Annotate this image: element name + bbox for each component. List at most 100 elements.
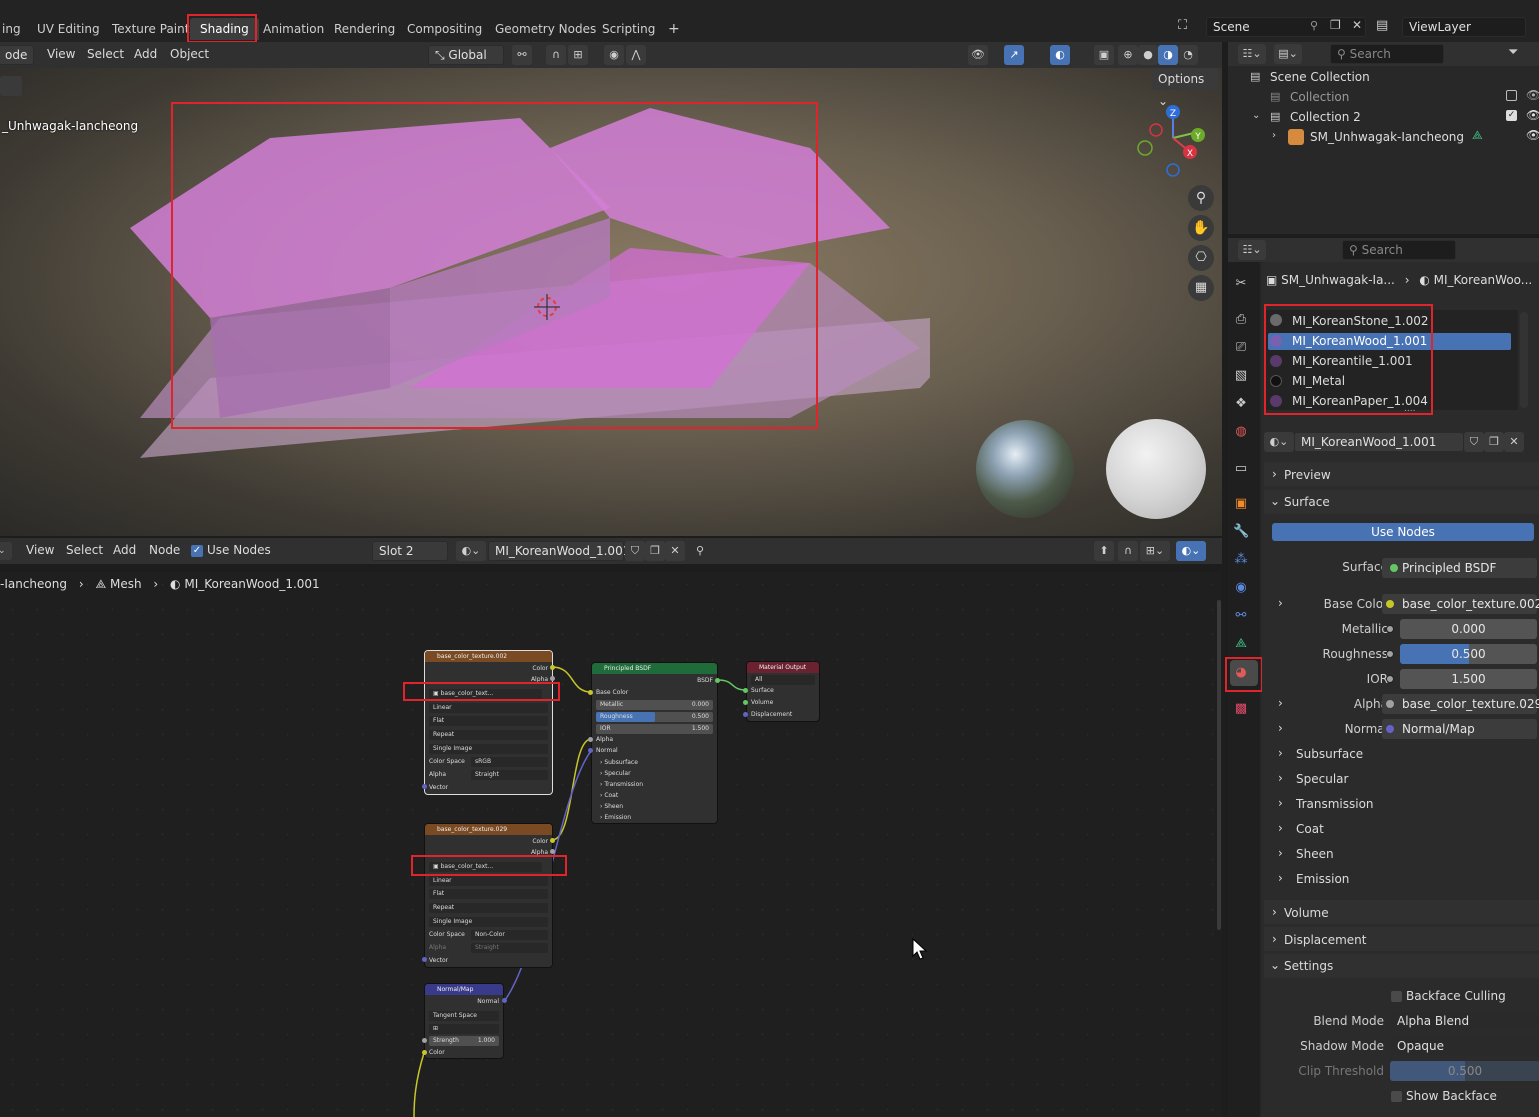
display-mode-icon[interactable]: ▤⌄: [1274, 44, 1302, 64]
metallic-field[interactable]: 0.000: [1400, 619, 1537, 639]
socket-bsdf[interactable]: [715, 678, 720, 683]
copy-icon[interactable]: ❐: [1330, 18, 1341, 32]
source-dropdown[interactable]: Single Image: [429, 917, 548, 927]
clip-threshold-field[interactable]: 0.500: [1390, 1061, 1539, 1081]
extension-dropdown[interactable]: Repeat: [429, 903, 548, 913]
color-space-dropdown[interactable]: sRGB: [471, 757, 548, 767]
image-texture-node-2[interactable]: base_color_texture.029 Color Alpha ▣ bas…: [424, 823, 553, 968]
alpha-mode-dropdown[interactable]: Straight: [471, 943, 548, 953]
socket-color-in[interactable]: [422, 1050, 427, 1055]
chevron-right-icon[interactable]: ›: [1278, 821, 1283, 835]
gizmo-icon[interactable]: ↗: [1004, 45, 1024, 65]
image-selector[interactable]: ▣ base_color_text...: [429, 862, 542, 872]
modifier-tab-icon[interactable]: 🔧: [1233, 524, 1249, 540]
eye-icon[interactable]: 👁: [1526, 128, 1539, 142]
material-slot-item[interactable]: MI_Metal: [1292, 374, 1345, 388]
panel-coat[interactable]: › Coat: [600, 791, 713, 801]
chevron-down-icon[interactable]: ⌄: [1252, 110, 1260, 121]
material-browse-icon[interactable]: ◐⌄: [1264, 432, 1294, 452]
socket-displacement[interactable]: [743, 712, 748, 717]
use-nodes-checkbox[interactable]: ✓: [191, 545, 203, 557]
close-icon[interactable]: ✕: [1352, 18, 1362, 32]
interpolation-dropdown[interactable]: Linear: [429, 876, 548, 886]
tab-geometry-nodes[interactable]: Geometry Nodes: [485, 18, 606, 40]
scene-field[interactable]: Scene: [1206, 17, 1366, 37]
view-layer-tab-icon[interactable]: ▧: [1233, 368, 1249, 384]
socket-icon[interactable]: [1386, 675, 1394, 683]
world-tab-icon[interactable]: ◍: [1233, 424, 1249, 440]
output-tab-icon[interactable]: ⎚: [1233, 340, 1249, 356]
shadow-mode-dropdown[interactable]: Opaque: [1390, 1036, 1539, 1056]
metallic-slider[interactable]: Metallic 0.000: [596, 700, 713, 710]
chevron-right-icon[interactable]: ›: [1278, 846, 1283, 860]
mesh-data-icon[interactable]: ⟁: [1472, 128, 1483, 143]
alpha-field[interactable]: base_color_texture.029: [1382, 694, 1539, 714]
physics-tab-icon[interactable]: ◉: [1233, 580, 1249, 596]
node-menu-view[interactable]: View: [26, 543, 54, 557]
transform-orientation[interactable]: ⤡ Global: [428, 45, 504, 65]
snap-mode-icon[interactable]: ⊞⌄: [1140, 541, 1170, 561]
surface-section[interactable]: Surface: [1284, 495, 1330, 509]
pivot-icon[interactable]: ⚯: [512, 45, 532, 65]
navigation-gizmo[interactable]: Z Y X: [1128, 100, 1218, 180]
material-output-node[interactable]: Material Output All Surface Volume Displ…: [746, 661, 820, 722]
pan-hand-icon[interactable]: ✋: [1188, 215, 1214, 241]
show-backface-checkbox[interactable]: [1391, 1091, 1402, 1102]
slot-dropdown[interactable]: Slot 2: [372, 541, 448, 561]
duplicate-icon[interactable]: ❐: [1484, 432, 1504, 452]
outliner-search[interactable]: ⚲ Search: [1330, 44, 1444, 64]
chevron-right-icon[interactable]: ›: [1278, 871, 1283, 885]
mode-dropdown[interactable]: ode ⌄: [0, 45, 34, 80]
3d-cursor-icon[interactable]: [534, 294, 560, 320]
falloff-icon[interactable]: ⋀: [626, 45, 646, 65]
wireframe-shading-icon[interactable]: ⊕: [1118, 45, 1138, 65]
outliner-scene-collection[interactable]: Scene Collection: [1270, 70, 1370, 84]
material-tab-icon[interactable]: ◕: [1233, 665, 1249, 681]
add-workspace-button[interactable]: +: [658, 18, 690, 40]
chevron-right-icon[interactable]: ›: [1278, 796, 1283, 810]
displacement-section[interactable]: Displacement: [1284, 933, 1367, 947]
image-selector[interactable]: ▣ base_color_text...: [429, 689, 542, 699]
eye-icon[interactable]: 👁: [1526, 108, 1539, 122]
collection-tab-icon[interactable]: ▭: [1233, 461, 1249, 477]
fake-user-icon[interactable]: ⛉: [625, 541, 645, 561]
snap-icon[interactable]: ∩: [546, 45, 566, 65]
normal-field[interactable]: Normal/Map: [1382, 719, 1537, 739]
outliner-collection[interactable]: Collection: [1290, 90, 1349, 104]
subsection-emission[interactable]: Emission: [1296, 872, 1349, 886]
panel-sheen[interactable]: › Sheen: [600, 802, 713, 812]
socket-vector[interactable]: [422, 784, 427, 789]
socket-icon[interactable]: [1386, 650, 1394, 658]
tab-scripting[interactable]: Scripting: [592, 18, 665, 40]
scene-icon[interactable]: ⛶: [1178, 18, 1196, 36]
view-layer-icon[interactable]: ▤: [1376, 18, 1388, 33]
use-nodes-button[interactable]: Use Nodes: [1272, 523, 1534, 541]
socket-normal[interactable]: [588, 748, 593, 753]
texture-tab-icon[interactable]: ▩: [1233, 701, 1249, 717]
tab-animation[interactable]: Animation: [253, 18, 334, 40]
properties-search[interactable]: ⚲ Search: [1342, 240, 1456, 260]
material-datablock-field[interactable]: MI_KoreanWood_1.001: [1294, 432, 1464, 452]
roughness-slider[interactable]: Roughness 0.500: [596, 712, 713, 722]
alpha-mode-dropdown[interactable]: Straight: [471, 770, 548, 780]
subsection-transmission[interactable]: Transmission: [1296, 797, 1374, 811]
chevron-right-icon[interactable]: ›: [1272, 130, 1276, 141]
duplicate-icon[interactable]: ❐: [645, 541, 665, 561]
tab-layout[interactable]: ing: [0, 18, 31, 40]
socket-volume[interactable]: [743, 700, 748, 705]
tab-shading[interactable]: Shading: [190, 18, 259, 40]
blend-mode-dropdown[interactable]: Alpha Blend: [1390, 1011, 1539, 1031]
normal-map-node[interactable]: Normal/Map Normal Tangent Space ⊞ Streng…: [424, 983, 504, 1059]
socket-surface[interactable]: [743, 688, 748, 693]
tool-tab-icon[interactable]: ✂: [1233, 276, 1249, 292]
chevron-right-icon[interactable]: ›: [1278, 721, 1283, 735]
pin-icon[interactable]: ⚲: [1310, 19, 1318, 32]
projection-dropdown[interactable]: Flat: [429, 716, 548, 726]
menu-view[interactable]: View: [47, 47, 75, 61]
projection-dropdown[interactable]: Flat: [429, 889, 548, 899]
node-editor-scrollbar[interactable]: [1217, 600, 1221, 930]
node-editor[interactable]: -Iancheong › ⟁ Mesh › ◐ MI_KoreanWood_1.…: [0, 572, 1222, 1117]
object-tab-icon[interactable]: ▣: [1233, 496, 1249, 512]
node-menu-select[interactable]: Select: [66, 543, 103, 557]
settings-section[interactable]: Settings: [1284, 959, 1333, 973]
